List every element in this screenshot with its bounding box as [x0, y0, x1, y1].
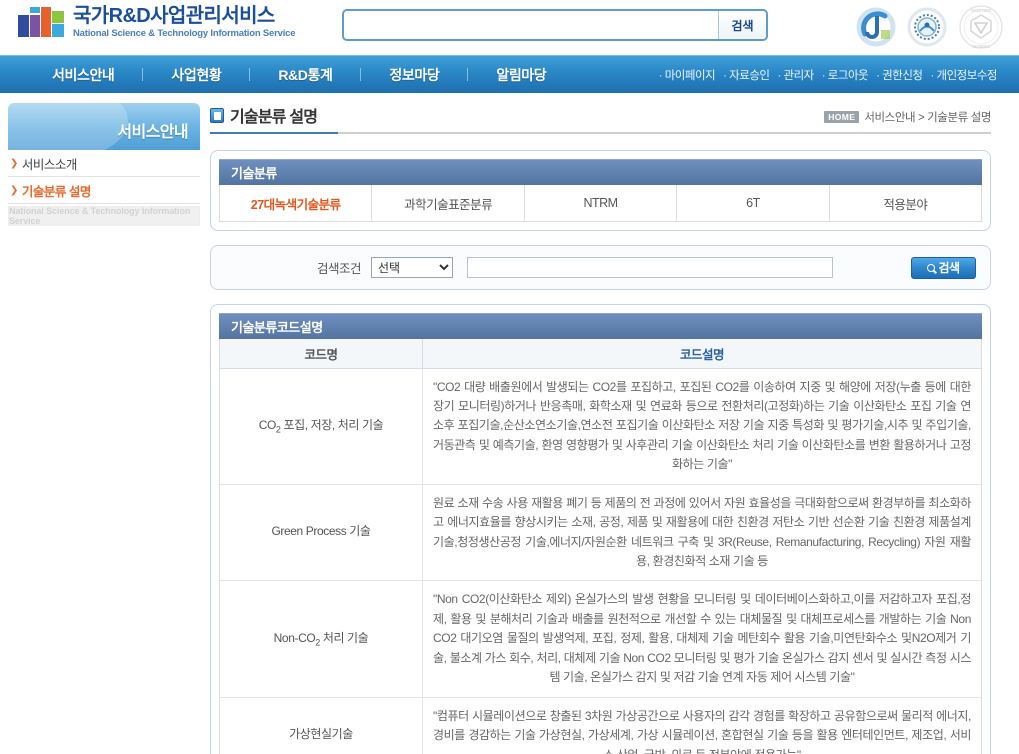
sidebar-item-tech-classification[interactable]: ❯ 기술분류 설명 — [8, 177, 200, 204]
nav-item-rnd-statistics[interactable]: R&D통계 — [250, 65, 360, 85]
site-logo[interactable]: 국가R&D사업관리서비스 National Science & Technolo… — [18, 5, 296, 39]
search-keyword-input[interactable] — [467, 257, 834, 278]
table-row[interactable]: 가상현실기술 "컴퓨터 시뮬레이션으로 창출된 3차원 가상공간으로 사용자의 … — [219, 697, 982, 754]
breadcrumb: HOME 서비스안내 > 기술분류 설명 — [824, 109, 991, 127]
ntis-cert-badge — [856, 7, 896, 47]
certification-badges: ISO27001 ISO9001 — [855, 3, 1005, 51]
global-search-box[interactable]: 검색 — [342, 9, 768, 41]
code-description-table: 코드명 코드설명 CO2 포집, 저장, 처리 기술 "CO2 대량 배출원에서… — [219, 339, 982, 754]
search-submit-label: 검색 — [938, 261, 960, 275]
sidebar-item-label: 서비스소개 — [21, 157, 78, 172]
page-title: 기술분류 설명 — [230, 109, 318, 126]
table-row[interactable]: Green Process 기술 원료 소재 수송 사용 재활용 폐기 등 제품… — [219, 484, 982, 582]
tab-6t[interactable]: 6T — [677, 185, 830, 221]
util-item-admin[interactable]: 관리자 — [773, 67, 817, 83]
sidebar-header: 서비스안내 — [8, 103, 200, 150]
code-name-suffix: 포집, 저장, 처리 기술 — [280, 417, 384, 432]
breadcrumb-path: 서비스안내 > 기술분류 설명 — [864, 112, 991, 124]
code-table-panel: 기술분류코드설명 코드명 코드설명 CO2 포집, 저장, 처리 기술 "CO2… — [210, 304, 991, 754]
main-navigation: 서비스안내 사업현황 R&D통계 정보마당 알림마당 마이페이지 자료승인 관리… — [0, 55, 1019, 93]
page-body: 서비스안내 ❯ 서비스소개 ❯ 기술분류 설명 National Science… — [0, 93, 1019, 754]
main-content: 기술분류 설명 HOME 서비스안내 > 기술분류 설명 기술분류 27대녹색기… — [200, 103, 1019, 754]
search-submit-button[interactable]: 검색 — [911, 256, 976, 279]
search-condition-select[interactable]: 선택 — [371, 257, 454, 278]
code-name-suffix: 처리 기술 — [319, 630, 369, 645]
chevron-right-icon: ❯ — [10, 184, 18, 196]
sidebar-item-service-intro[interactable]: ❯ 서비스소개 — [8, 150, 200, 177]
code-name-text: Non-CO — [273, 630, 316, 645]
code-table-title: 기술분류코드설명 — [219, 313, 982, 339]
util-item-mypage[interactable]: 마이페이지 — [655, 67, 719, 83]
code-name-text: CO — [258, 417, 277, 432]
iso-27001-badge: ISO27001 ISO9001 — [959, 5, 1003, 49]
classification-panel: 기술분류 27대녹색기술분류 과학기술표준분류 NTRM 6T 적용분야 — [210, 150, 991, 231]
code-name-text: 가상현실기술 — [289, 727, 353, 742]
search-condition-label: 검색조건 — [317, 262, 362, 276]
nav-utility-items: 마이페이지 자료승인 관리자 로그아웃 권한신청 개인정보수정 — [655, 56, 1001, 93]
table-row[interactable]: CO2 포집, 저장, 처리 기술 "CO2 대량 배출원에서 발생되는 CO2… — [219, 368, 982, 485]
cell-code-name: CO2 포집, 저장, 처리 기술 — [219, 368, 423, 485]
nav-item-project-status[interactable]: 사업현황 — [143, 65, 249, 85]
util-item-permission-request[interactable]: 권한신청 — [872, 67, 926, 83]
cell-code-name: 가상현실기술 — [219, 697, 423, 754]
nav-primary-items: 서비스안내 사업현황 R&D통계 정보마당 알림마당 — [0, 65, 574, 85]
table-head: 코드명 코드설명 — [219, 339, 982, 369]
svg-text:ISO27001: ISO27001 — [971, 8, 992, 13]
column-header-code-name: 코드명 — [219, 339, 423, 369]
svg-text:ISO9001: ISO9001 — [972, 44, 990, 49]
global-search-button[interactable]: 검색 — [718, 11, 766, 39]
nav-item-notice[interactable]: 알림마당 — [468, 65, 574, 85]
sidebar: 서비스안내 ❯ 서비스소개 ❯ 기술분류 설명 National Science… — [0, 103, 200, 226]
global-search-input[interactable] — [344, 11, 718, 39]
gs-cert-badge — [907, 7, 947, 47]
magnifier-icon — [927, 263, 936, 272]
tab-ntrm[interactable]: NTRM — [524, 185, 678, 221]
sidebar-item-label: 기술분류 설명 — [21, 184, 91, 199]
breadcrumb-home-link[interactable]: HOME — [824, 111, 860, 123]
nav-item-service-guide[interactable]: 서비스안내 — [24, 65, 142, 85]
tab-standard-classification[interactable]: 과학기술표준분류 — [372, 185, 525, 221]
code-name-text: Green Process 기술 — [271, 524, 371, 539]
table-header-row: 코드명 코드설명 — [219, 339, 982, 369]
sidebar-title: 서비스안내 — [117, 124, 188, 141]
nav-item-information[interactable]: 정보마당 — [361, 65, 467, 85]
column-header-code-desc: 코드설명 — [422, 339, 982, 369]
page-title-row: 기술분류 설명 HOME 서비스안내 > 기술분류 설명 — [210, 103, 991, 132]
sidebar-banner: National Science & Technology Informatio… — [8, 206, 200, 226]
cell-code-name: Green Process 기술 — [219, 484, 423, 582]
chevron-right-icon: ❯ — [10, 157, 18, 169]
util-item-data-approval[interactable]: 자료승인 — [719, 67, 773, 83]
classification-panel-title: 기술분류 — [219, 159, 982, 185]
site-header: 국가R&D사업관리서비스 National Science & Technolo… — [0, 0, 1019, 55]
cell-code-description: "컴퓨터 시뮬레이션으로 창출된 3차원 가상공간으로 사용자의 감각 경험를 … — [422, 697, 982, 754]
document-icon — [210, 107, 224, 123]
util-item-edit-profile[interactable]: 개인정보수정 — [926, 67, 1001, 83]
search-panel: 검색조건 선택 검색 — [210, 245, 991, 290]
logo-title-ko: 국가R&D사업관리서비스 — [73, 5, 275, 27]
ntis-logo-icon — [18, 7, 64, 38]
title-underline — [210, 132, 991, 134]
cell-code-description: "Non CO2(이산화탄소 제외) 온실가스의 발생 현황을 모니터링 및 데… — [422, 580, 982, 698]
logo-title-en: National Science & Technology Informatio… — [73, 28, 296, 39]
tab-green-tech-27[interactable]: 27대녹색기술분류 — [220, 185, 373, 221]
classification-tabs: 27대녹색기술분류 과학기술표준분류 NTRM 6T 적용분야 — [219, 185, 982, 222]
table-row[interactable]: Non-CO2 처리 기술 "Non CO2(이산화탄소 제외) 온실가스의 발… — [219, 580, 982, 698]
tab-application-field[interactable]: 적용분야 — [829, 185, 982, 221]
table-body: CO2 포집, 저장, 처리 기술 "CO2 대량 배출원에서 발생되는 CO2… — [219, 368, 982, 754]
cell-code-description: "CO2 대량 배출원에서 발생되는 CO2를 포집하고, 포집된 CO2를 이… — [422, 368, 982, 485]
cell-code-name: Non-CO2 처리 기술 — [219, 580, 423, 698]
util-item-logout[interactable]: 로그아웃 — [818, 67, 872, 83]
cell-code-description: 원료 소재 수송 사용 재활용 폐기 등 제품의 전 과정에 있어서 자원 효율… — [422, 484, 982, 582]
